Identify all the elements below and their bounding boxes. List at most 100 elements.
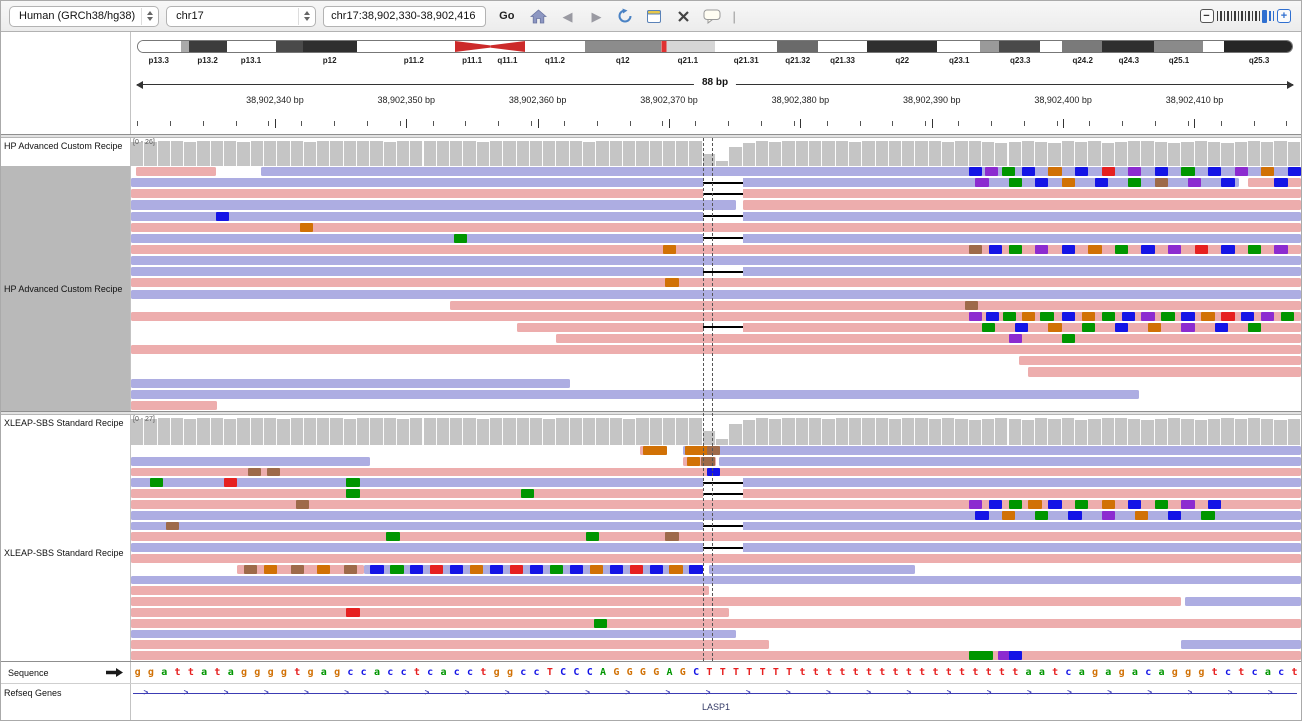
genome-select[interactable]: Human (GRCh38/hg38) — [9, 6, 159, 27]
refresh-icon[interactable] — [614, 5, 636, 27]
zoom-tick[interactable] — [1234, 11, 1236, 21]
read[interactable] — [131, 200, 736, 209]
read[interactable] — [131, 278, 1301, 287]
read[interactable] — [131, 401, 217, 410]
gene-area[interactable]: >>>>>>>>>>>>>>>>>>>>>>>>>>>>> LASP1 — [131, 684, 1301, 720]
zoom-tick[interactable] — [1224, 11, 1226, 21]
zoom-tick[interactable] — [1227, 11, 1229, 21]
band-label: q24.3 — [1119, 56, 1139, 65]
strand-arrow-icon[interactable] — [106, 668, 123, 677]
read[interactable] — [1181, 640, 1301, 649]
coverage-bar — [636, 141, 649, 166]
read[interactable] — [131, 511, 1301, 520]
sequence-base: T — [743, 667, 756, 678]
read[interactable] — [131, 640, 769, 649]
read[interactable] — [683, 446, 1301, 455]
read[interactable] — [131, 576, 1301, 585]
ideogram-bar[interactable] — [137, 40, 1293, 53]
read[interactable] — [131, 532, 1301, 541]
coverage-bar — [822, 141, 835, 166]
sequence-base: a — [370, 667, 383, 678]
read[interactable] — [719, 457, 1301, 466]
read[interactable] — [136, 167, 216, 176]
read[interactable] — [709, 565, 915, 574]
read[interactable] — [131, 290, 1301, 299]
sequence-base: a — [1155, 667, 1168, 678]
zoom-tick[interactable] — [1220, 11, 1222, 21]
zoom-tick[interactable] — [1245, 11, 1247, 21]
region-tool-icon[interactable] — [643, 5, 665, 27]
read[interactable] — [131, 390, 1139, 399]
zoom-tick[interactable] — [1217, 11, 1219, 21]
zoom-out-button[interactable]: − — [1200, 9, 1214, 23]
read[interactable] — [556, 334, 1301, 343]
zoom-tick[interactable] — [1259, 11, 1261, 21]
coverage-bar — [1048, 143, 1061, 166]
read[interactable] — [131, 597, 1181, 606]
forward-icon[interactable]: ▶ — [585, 5, 607, 27]
read[interactable] — [131, 256, 1301, 265]
band-label: q25.3 — [1249, 56, 1269, 65]
read[interactable] — [1185, 597, 1301, 606]
zoom-tick[interactable] — [1241, 11, 1243, 21]
back-icon[interactable]: ◀ — [556, 5, 578, 27]
sequence-area[interactable]: ggattataggggtgagccacctcacctggccTCCCAGGGG… — [131, 662, 1301, 683]
ideogram-band-q23.1 — [937, 41, 980, 52]
read[interactable] — [261, 167, 1301, 176]
zoom-tick[interactable] — [1269, 11, 1271, 21]
track1-coverage-label-col: HP Advanced Custom Recipe — [1, 138, 131, 166]
mismatch-base — [1221, 245, 1234, 254]
zoom-tick[interactable] — [1252, 11, 1254, 21]
read[interactable] — [131, 554, 1301, 563]
read[interactable] — [743, 200, 1301, 209]
chromosome-select[interactable]: chr17 — [166, 6, 316, 27]
mismatch-base — [1168, 245, 1181, 254]
toolbar-separator: | — [732, 9, 735, 24]
resize-tool-icon[interactable] — [672, 5, 694, 27]
zoom-in-button[interactable]: + — [1277, 9, 1291, 23]
read[interactable] — [131, 608, 729, 617]
sequence-base: T — [703, 667, 716, 678]
home-icon[interactable] — [527, 5, 549, 27]
read[interactable] — [131, 457, 370, 466]
track1-coverage-label[interactable]: HP Advanced Custom Recipe — [4, 141, 122, 151]
read[interactable] — [131, 630, 736, 639]
read[interactable] — [131, 619, 1301, 628]
read[interactable] — [1028, 367, 1301, 376]
sequence-base: a — [317, 667, 330, 678]
zoom-tick[interactable] — [1255, 11, 1257, 21]
read[interactable] — [1019, 356, 1301, 365]
gene-strand-arrow: > — [866, 687, 871, 698]
track1-alignment-label[interactable]: HP Advanced Custom Recipe — [4, 284, 122, 294]
coverage-bar — [264, 418, 277, 445]
read[interactable] — [131, 586, 709, 595]
zoom-tick[interactable] — [1273, 11, 1275, 21]
header-label-spacer — [1, 32, 131, 134]
locus-input[interactable] — [323, 6, 486, 27]
zoom-tick[interactable] — [1248, 11, 1250, 21]
sequence-base: C — [557, 667, 570, 678]
read[interactable] — [131, 345, 1301, 354]
ruler-minor-tick — [1024, 121, 1025, 126]
ruler-tick-label: 38,902,380 bp — [772, 95, 830, 105]
track2-alignment-label[interactable]: XLEAP-SBS Standard Recipe — [4, 548, 124, 558]
ruler-major-tick — [932, 119, 933, 128]
zoom-tick[interactable] — [1262, 10, 1267, 23]
go-button[interactable]: Go — [493, 8, 520, 24]
track2-coverage-label[interactable]: XLEAP-SBS Standard Recipe — [4, 418, 124, 428]
ruler-minor-tick — [203, 121, 204, 126]
coverage-bar — [184, 419, 197, 445]
gene-strand-arrow: > — [465, 687, 470, 698]
zoom-slider[interactable] — [1217, 9, 1275, 23]
popup-text-icon[interactable] — [701, 5, 723, 27]
sequence-base: c — [517, 667, 530, 678]
read[interactable] — [131, 651, 1301, 660]
zoom-tick[interactable] — [1231, 11, 1233, 21]
sequence-base: t — [929, 667, 942, 678]
mismatch-base — [687, 457, 700, 466]
zoom-tick[interactable] — [1238, 11, 1240, 21]
read[interactable] — [131, 379, 570, 388]
read[interactable] — [450, 301, 1301, 310]
sequence-base: c — [1062, 667, 1075, 678]
sequence-base: a — [1261, 667, 1274, 678]
